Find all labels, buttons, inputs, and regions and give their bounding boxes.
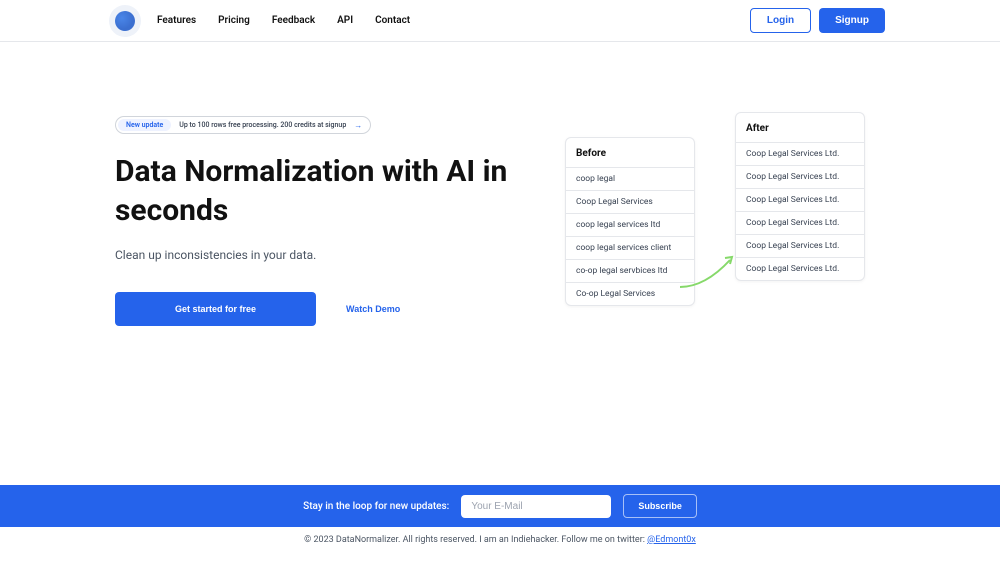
header-right: Login Signup: [750, 8, 885, 33]
table-row: Coop Legal Services Ltd.: [736, 211, 864, 234]
signup-button[interactable]: Signup: [819, 8, 885, 33]
newsletter-banner: Stay in the loop for new updates: Subscr…: [0, 485, 1000, 527]
before-title: Before: [566, 138, 694, 167]
footer: © 2023 DataNormalizer. All rights reserv…: [0, 530, 1000, 550]
subtitle: Clean up inconsistencies in your data.: [115, 248, 515, 262]
nav-pricing[interactable]: Pricing: [218, 15, 250, 26]
cta-row: Get started for free Watch Demo: [115, 292, 515, 326]
get-started-button[interactable]: Get started for free: [115, 292, 316, 326]
after-card: After Coop Legal Services Ltd. Coop Lega…: [735, 112, 865, 281]
header-left: Features Pricing Feedback API Contact: [115, 11, 410, 31]
nav-contact[interactable]: Contact: [375, 15, 410, 26]
table-row: coop legal services ltd: [566, 213, 694, 236]
headline: Data Normalization with AI in seconds: [115, 152, 515, 230]
demo-visual: Before coop legal Coop Legal Services co…: [565, 112, 885, 326]
table-row: coop legal: [566, 167, 694, 190]
table-row: Coop Legal Services Ltd.: [736, 165, 864, 188]
badge-text: Up to 100 rows free processing. 200 cred…: [179, 121, 346, 129]
email-input[interactable]: [461, 495, 611, 518]
nav-api[interactable]: API: [337, 15, 353, 26]
login-button[interactable]: Login: [750, 8, 811, 33]
main-nav: Features Pricing Feedback API Contact: [157, 15, 410, 26]
nav-feedback[interactable]: Feedback: [272, 15, 315, 26]
logo-icon[interactable]: [115, 11, 135, 31]
table-row: Coop Legal Services Ltd.: [736, 234, 864, 257]
subscribe-button[interactable]: Subscribe: [623, 494, 697, 518]
badge-pill: New update: [118, 119, 171, 131]
footer-text: © 2023 DataNormalizer. All rights reserv…: [304, 535, 647, 545]
hero-section: New update Up to 100 rows free processin…: [0, 42, 1000, 326]
table-row: Coop Legal Services Ltd.: [736, 188, 864, 211]
update-badge[interactable]: New update Up to 100 rows free processin…: [115, 116, 371, 134]
hero-left: New update Up to 100 rows free processin…: [115, 112, 515, 326]
watch-demo-button[interactable]: Watch Demo: [346, 304, 400, 314]
table-row: Coop Legal Services: [566, 190, 694, 213]
header: Features Pricing Feedback API Contact Lo…: [0, 0, 1000, 42]
curved-arrow-icon: [675, 252, 740, 292]
nav-features[interactable]: Features: [157, 15, 196, 26]
twitter-link[interactable]: @Edmont0x: [647, 535, 696, 545]
banner-text: Stay in the loop for new updates:: [303, 501, 449, 512]
table-row: Coop Legal Services Ltd.: [736, 257, 864, 280]
table-row: Coop Legal Services Ltd.: [736, 142, 864, 165]
arrow-right-icon: →: [354, 121, 362, 130]
after-title: After: [736, 113, 864, 142]
